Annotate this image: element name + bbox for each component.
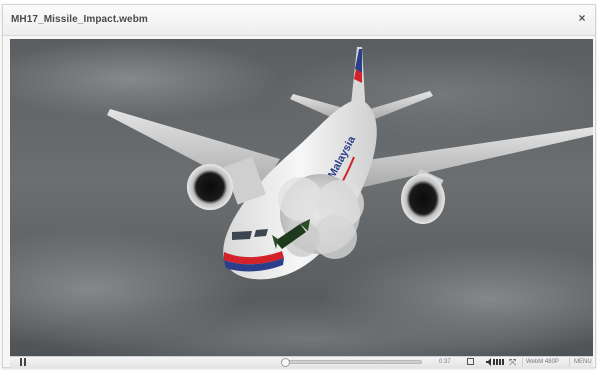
captions-icon[interactable]	[467, 358, 474, 365]
seek-bar[interactable]	[281, 358, 422, 367]
fullscreen-icon[interactable]: ⤧	[509, 358, 517, 367]
close-icon[interactable]: ×	[575, 11, 589, 25]
impact-explosion	[278, 174, 364, 259]
volume-icon[interactable]	[486, 358, 506, 366]
pause-button[interactable]	[19, 358, 27, 366]
divider	[569, 358, 570, 367]
dialog-title: MH17_Missile_Impact.webm	[11, 14, 148, 25]
menu-button[interactable]: MENU	[574, 359, 592, 365]
player-controls: 0:37 ⤧ WebM 480P MENU	[10, 356, 593, 368]
video-dialog: MH17_Missile_Impact.webm × Malaysia 0:37…	[2, 4, 596, 368]
video-frame[interactable]: Malaysia	[10, 39, 593, 356]
quality-selector[interactable]: WebM 480P	[526, 359, 559, 365]
video-scene: Malaysia	[10, 39, 593, 356]
seek-handle[interactable]	[281, 358, 291, 367]
dialog-titlebar: MH17_Missile_Impact.webm ×	[3, 5, 595, 36]
time-display: 0:37	[439, 359, 451, 365]
divider	[522, 358, 523, 367]
